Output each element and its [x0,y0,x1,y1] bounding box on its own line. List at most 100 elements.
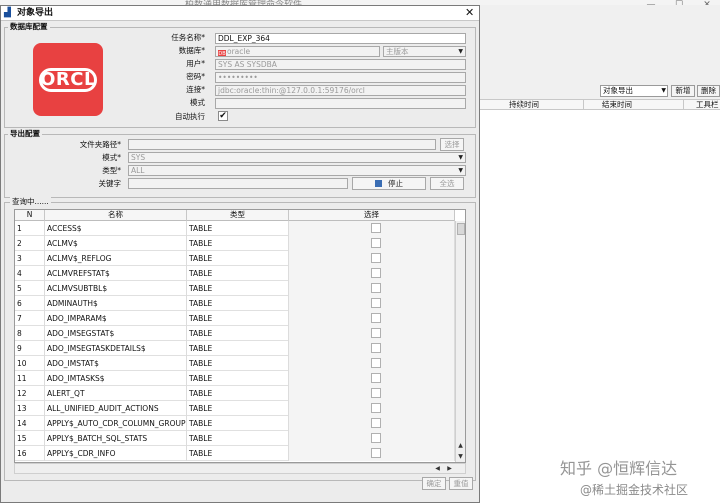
row-select-checkbox[interactable] [371,373,381,383]
confirm-button[interactable]: 确定 [422,477,446,490]
column-name[interactable]: 名称 [45,210,187,221]
query-status-label: 查询中...... [10,197,51,206]
table-row[interactable]: 13 ALL_UNIFIED_AUDIT_ACTIONS TABLE [15,401,455,416]
select-cell [289,401,455,416]
auto-exec-label: 自动执行 [175,112,205,121]
table-row[interactable]: 5 ACLMVSUBTBL$ TABLE [15,281,455,296]
table-row[interactable]: 16 APPLY$_CDR_INFO TABLE [15,446,455,461]
row-select-checkbox[interactable] [371,343,381,353]
table-row[interactable]: 10 ADO_IMSTAT$ TABLE [15,356,455,371]
row-number: 7 [15,311,45,326]
database-select[interactable]: DBoracle [215,46,380,57]
row-select-checkbox[interactable] [371,283,381,293]
object-name: APPLY$_AUTO_CDR_COLUMN_GROUPS [45,416,187,431]
row-select-checkbox[interactable] [371,223,381,233]
table-row[interactable]: 9 ADO_IMSEGTASKDETAILS$ TABLE [15,341,455,356]
browse-button[interactable]: 选择 [440,138,464,151]
object-type: TABLE [187,311,289,326]
object-name: ACLMV$ [45,236,187,251]
row-select-checkbox[interactable] [371,268,381,278]
folder-path-input[interactable] [128,139,436,150]
select-all-button[interactable]: 全选 [430,177,464,190]
connection-label: 连接* [186,85,205,94]
row-select-checkbox[interactable] [371,418,381,428]
stop-button[interactable]: 停止 [352,177,426,190]
table-row[interactable]: 12 ALERT_QT TABLE [15,386,455,401]
row-select-checkbox[interactable] [371,328,381,338]
table-row[interactable]: 14 APPLY$_AUTO_CDR_COLUMN_GROUPS TABLE [15,416,455,431]
object-name: ACLMV$_REFLOG [45,251,187,266]
password-label: 密码* [186,72,205,81]
table-row[interactable]: 8 ADO_IMSEGSTAT$ TABLE [15,326,455,341]
row-number: 8 [15,326,45,341]
task-name-input[interactable]: DDL_EXP_364 [215,33,466,44]
object-type: TABLE [187,386,289,401]
scroll-left-icon[interactable]: ◀ [433,464,442,473]
scroll-up-icon[interactable]: ▲ [456,441,465,450]
row-select-checkbox[interactable] [371,448,381,458]
column-type[interactable]: 类型 [187,210,289,221]
database-mode-select[interactable]: 主版本 ▼ [383,46,466,57]
scroll-down-icon[interactable]: ▼ [456,452,465,461]
column-duration[interactable]: 持续时间 [509,100,539,110]
type-select[interactable]: ALL ▼ [128,165,466,176]
chevron-down-icon: ▼ [458,48,463,55]
row-number: 10 [15,356,45,371]
reset-button[interactable]: 重值 [449,477,473,490]
column-end-time[interactable]: 结束时间 [602,100,632,110]
export-dialog: ▟ 对象导出 ✕ 数据库配置 ORCL 任务名称* DDL_EXP_364 数据… [0,5,480,503]
select-cell [289,266,455,281]
chevron-down-icon: ▼ [458,154,463,161]
column-select[interactable]: 选择 [289,210,455,221]
export-schema-select[interactable]: SYS ▼ [128,152,466,163]
object-type: TABLE [187,281,289,296]
table-row[interactable]: 4 ACLMVREFSTAT$ TABLE [15,266,455,281]
table-row[interactable]: 6 ADMINAUTH$ TABLE [15,296,455,311]
row-select-checkbox[interactable] [371,358,381,368]
row-select-checkbox[interactable] [371,238,381,248]
export-type-select[interactable]: 对象导出 ▼ [600,85,668,97]
table-row[interactable]: 3 ACLMV$_REFLOG TABLE [15,251,455,266]
keyword-label: 关键字 [98,179,122,188]
password-input[interactable]: ••••••••• [215,72,466,83]
keyword-input[interactable] [128,178,348,189]
table-row[interactable]: 15 APPLY$_BATCH_SQL_STATS TABLE [15,431,455,446]
row-select-checkbox[interactable] [371,313,381,323]
scroll-right-icon[interactable]: ▶ [445,464,454,473]
column-tools[interactable]: 工具栏 [696,100,719,110]
horizontal-scrollbar[interactable]: ◀ ▶ [14,463,466,474]
new-button[interactable]: 新增 [671,85,695,97]
auto-exec-checkbox[interactable]: ✔ [218,111,228,121]
vertical-scrollbar[interactable]: ▲ ▼ [455,221,465,462]
column-n[interactable]: N [15,210,45,221]
stop-icon [375,180,382,187]
table-row[interactable]: 2 ACLMV$ TABLE [15,236,455,251]
dialog-titlebar[interactable]: ▟ 对象导出 ✕ [1,6,479,21]
object-type: TABLE [187,221,289,236]
row-select-checkbox[interactable] [371,298,381,308]
row-select-checkbox[interactable] [371,403,381,413]
row-number: 3 [15,251,45,266]
table-row[interactable]: 11 ADO_IMTASKS$ TABLE [15,371,455,386]
select-cell [289,281,455,296]
select-cell [289,416,455,431]
app-icon: ▟ [4,8,11,18]
connection-input[interactable]: jdbc:oracle:thin:@127.0.0.1:59176/orcl [215,85,466,96]
object-type: TABLE [187,401,289,416]
close-icon[interactable]: ✕ [465,6,474,20]
row-select-checkbox[interactable] [371,388,381,398]
row-select-checkbox[interactable] [371,433,381,443]
row-select-checkbox[interactable] [371,253,381,263]
schema-label: 模式 [190,98,205,107]
schema-input[interactable] [215,98,466,109]
table-row[interactable]: 7 ADO_IMPARAM$ TABLE [15,311,455,326]
object-name: ALERT_QT [45,386,187,401]
scroll-thumb[interactable] [457,223,465,235]
select-cell [289,386,455,401]
delete-button[interactable]: 删除 [697,85,720,97]
task-name-label: 任务名称* [171,33,205,42]
user-input[interactable]: SYS AS SYSDBA [215,59,466,70]
select-cell [289,446,455,461]
table-row[interactable]: 1 ACCESS$ TABLE [15,221,455,236]
object-name: ADMINAUTH$ [45,296,187,311]
